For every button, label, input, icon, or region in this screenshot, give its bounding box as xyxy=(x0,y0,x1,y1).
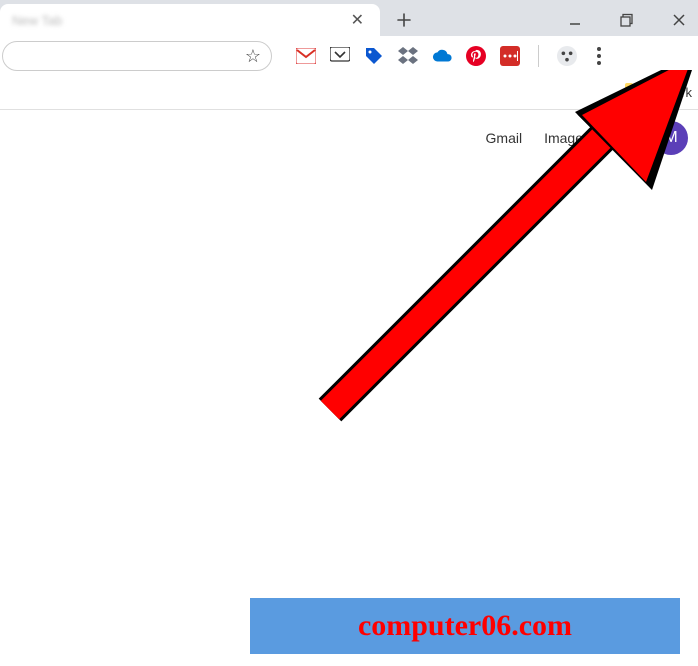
onedrive-extension-icon[interactable] xyxy=(432,46,452,66)
address-bar[interactable]: ☆ xyxy=(2,41,272,71)
maximize-button[interactable] xyxy=(612,5,642,35)
extensions-row xyxy=(296,45,607,67)
minimize-button[interactable] xyxy=(560,5,590,35)
pocket-extension-icon[interactable] xyxy=(330,46,350,66)
toolbar: ☆ xyxy=(0,36,698,76)
images-link[interactable]: Images xyxy=(544,130,590,146)
profile-avatar-icon[interactable] xyxy=(557,46,577,66)
close-tab-icon[interactable]: ✕ xyxy=(347,8,368,32)
watermark-text: computer06.com xyxy=(358,609,572,643)
other-bookmarks-label[interactable]: O…ark xyxy=(651,85,692,100)
watermark-bar: computer06.com xyxy=(250,598,680,654)
tag-extension-icon[interactable] xyxy=(364,46,384,66)
tab-title: New Tab xyxy=(12,13,347,28)
account-avatar[interactable]: M xyxy=(654,121,688,155)
gmail-link[interactable]: Gmail xyxy=(486,130,523,146)
ntp-header: Gmail Images M xyxy=(0,110,698,166)
toolbar-separator xyxy=(538,45,539,67)
avatar-letter: M xyxy=(664,129,677,147)
gmail-extension-icon[interactable] xyxy=(296,46,316,66)
window-controls xyxy=(560,5,694,35)
lastpass-extension-icon[interactable] xyxy=(500,46,520,66)
bookmarks-bar: O…ark xyxy=(0,76,698,110)
tab-strip-right xyxy=(380,4,698,36)
close-window-button[interactable] xyxy=(664,5,694,35)
bookmark-star-icon[interactable]: ☆ xyxy=(245,46,261,67)
chrome-menu-button[interactable] xyxy=(591,47,607,65)
pinterest-extension-icon[interactable] xyxy=(466,46,486,66)
new-tab-button[interactable] xyxy=(390,6,418,34)
browser-tab[interactable]: New Tab ✕ xyxy=(0,4,380,36)
tab-strip: New Tab ✕ xyxy=(0,0,698,36)
dropbox-extension-icon[interactable] xyxy=(398,46,418,66)
bookmark-folder-icon[interactable] xyxy=(625,86,643,100)
google-apps-icon[interactable] xyxy=(612,128,632,148)
